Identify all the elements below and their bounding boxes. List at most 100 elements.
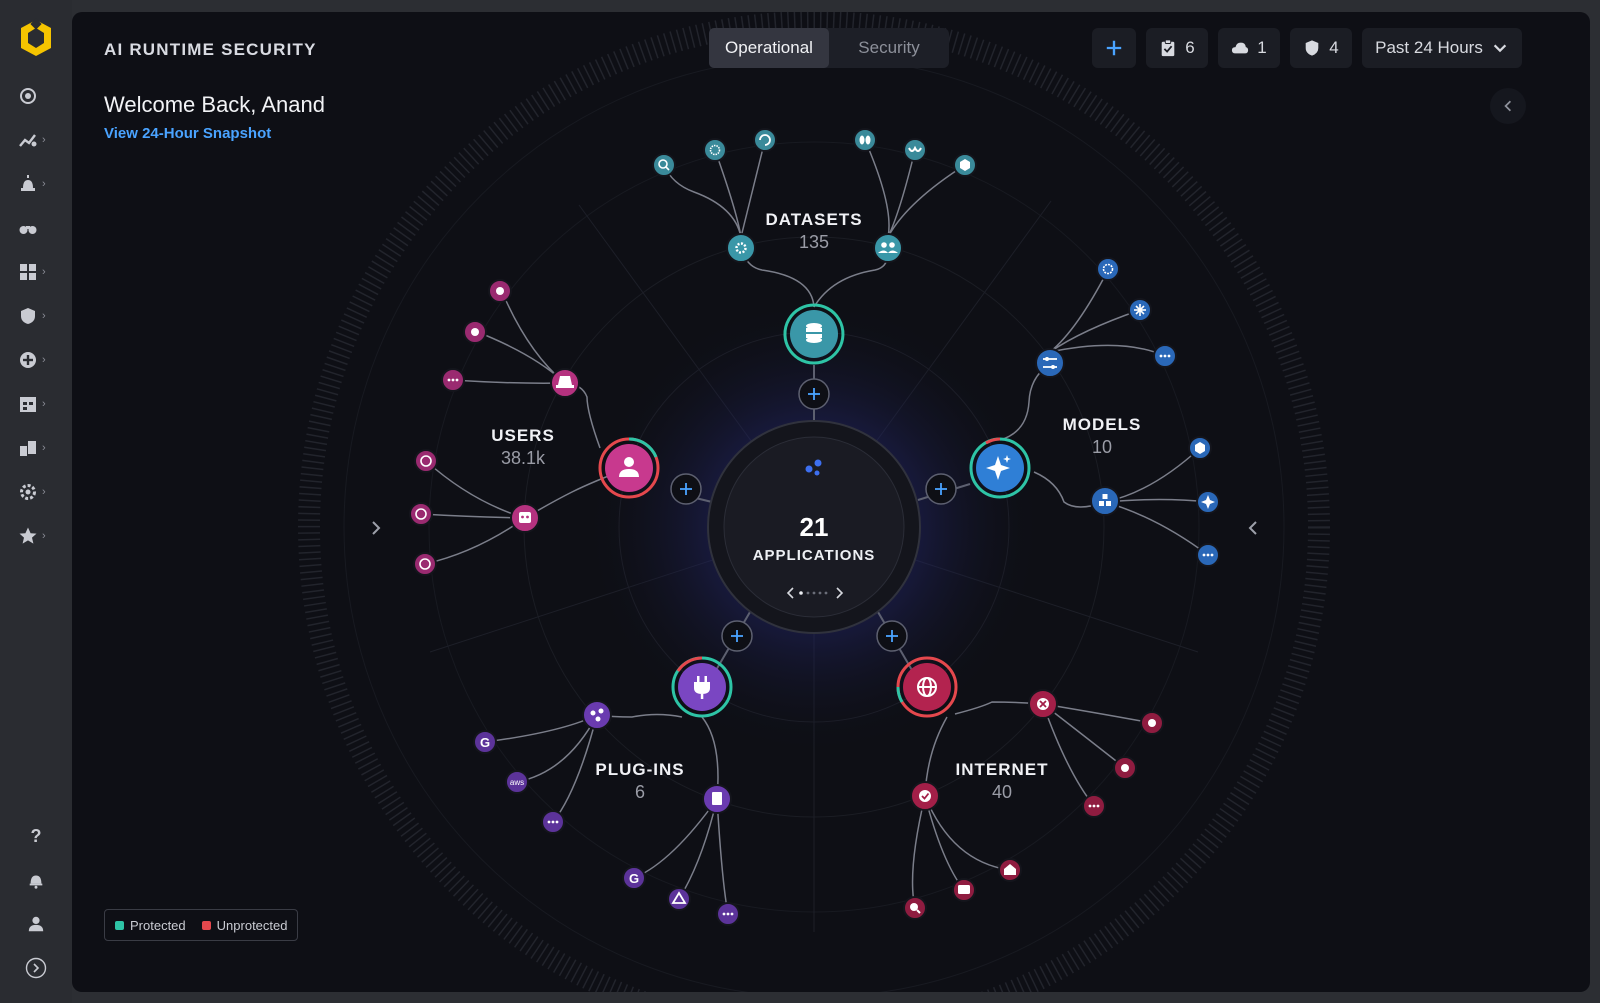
datasets-hub[interactable] bbox=[783, 303, 845, 365]
plugins-label: PLUG-INS 6 bbox=[595, 760, 684, 803]
models-count: 10 bbox=[1091, 437, 1113, 457]
protected-swatch bbox=[115, 920, 124, 930]
add-internet-connection-button[interactable] bbox=[876, 620, 908, 652]
add-button[interactable] bbox=[1092, 28, 1136, 68]
legend: Protected Unprotected bbox=[104, 909, 299, 941]
add-circle-icon bbox=[20, 352, 36, 368]
time-range-select[interactable]: Past 24 Hours bbox=[1362, 28, 1522, 68]
add-models-connection-button[interactable] bbox=[925, 473, 957, 505]
view-toggle: Operational Security bbox=[709, 28, 949, 68]
dataset-wave-node[interactable] bbox=[903, 138, 927, 162]
graph-prev-arrow[interactable] bbox=[372, 521, 381, 535]
svg-text:G: G bbox=[629, 871, 639, 886]
dataset-search-node[interactable] bbox=[652, 153, 676, 177]
snapshot-link[interactable]: View 24-Hour Snapshot bbox=[104, 125, 271, 142]
users-name: USERS bbox=[491, 426, 555, 445]
applications-count: 21 bbox=[799, 512, 829, 542]
tab-security[interactable]: Security bbox=[829, 28, 949, 68]
plugins-children[interactable]: G aws G bbox=[473, 700, 740, 926]
models-name: MODELS bbox=[1062, 415, 1142, 434]
logo-icon[interactable] bbox=[18, 18, 54, 58]
add-users-connection-button[interactable] bbox=[670, 473, 702, 505]
welcome-message: Welcome Back, Anand bbox=[104, 92, 325, 117]
datasets-name: DATASETS bbox=[765, 210, 863, 229]
sidebar-item-devices[interactable]: › bbox=[18, 432, 62, 464]
dataset-brain-node[interactable] bbox=[703, 138, 727, 162]
dataset-settings-node[interactable] bbox=[726, 233, 756, 263]
help-icon[interactable]: ? bbox=[24, 824, 48, 848]
user-globe-node-1[interactable] bbox=[414, 449, 438, 473]
collapse-panel-button[interactable] bbox=[1490, 88, 1526, 124]
tasks-button[interactable]: 6 bbox=[1146, 28, 1208, 68]
user-globe-node-3[interactable] bbox=[413, 552, 437, 576]
chevron-right-icon: › bbox=[42, 354, 46, 366]
sidebar-item-favorites[interactable]: › bbox=[18, 520, 62, 552]
internet-count: 40 bbox=[991, 782, 1013, 802]
devices-icon bbox=[20, 441, 36, 456]
datasets-count: 135 bbox=[798, 232, 830, 252]
chevron-down-icon bbox=[1493, 44, 1507, 53]
time-range-value: Past 24 Hours bbox=[1375, 38, 1483, 57]
legend-unprotected: Unprotected bbox=[201, 918, 287, 933]
app-title: AI RUNTIME SECURITY bbox=[104, 40, 317, 59]
dataset-group-node[interactable] bbox=[873, 233, 903, 263]
apps-grid-icon bbox=[20, 264, 36, 280]
alerts-icon bbox=[21, 175, 35, 191]
internet-hub[interactable] bbox=[896, 656, 958, 718]
sidebar-item-apps[interactable]: › bbox=[18, 256, 62, 288]
users-hub[interactable] bbox=[598, 437, 660, 499]
datasets-label: DATASETS 135 bbox=[765, 210, 862, 253]
sidebar-item-analytics[interactable]: › bbox=[18, 124, 62, 156]
internet-name: INTERNET bbox=[955, 760, 1049, 779]
graph-next-arrow[interactable] bbox=[1248, 521, 1257, 535]
star-icon bbox=[19, 527, 37, 544]
calendar-icon bbox=[20, 397, 36, 412]
dataset-swirl-node[interactable] bbox=[753, 128, 777, 152]
internet-label: INTERNET 40 bbox=[956, 760, 1049, 803]
users-count: 38.1k bbox=[500, 448, 546, 468]
sidebar-item-add[interactable]: › bbox=[18, 344, 62, 376]
sidebar-item-shield[interactable]: › bbox=[18, 300, 62, 332]
chevron-right-icon: › bbox=[42, 178, 46, 190]
plugin-share-node[interactable] bbox=[582, 700, 612, 730]
expand-icon[interactable] bbox=[24, 956, 48, 980]
cloud-icon bbox=[1232, 42, 1249, 54]
add-plugins-connection-button[interactable] bbox=[721, 620, 753, 652]
dataset-leaf-node[interactable] bbox=[853, 128, 877, 152]
sidebar-item-calendar[interactable]: › bbox=[18, 388, 62, 420]
svg-text:aws: aws bbox=[510, 778, 524, 787]
model-cluster-node[interactable] bbox=[1090, 486, 1120, 516]
user-globe-node-2[interactable] bbox=[409, 502, 433, 526]
applications-label: APPLICATIONS bbox=[752, 547, 876, 564]
shield-button[interactable]: 4 bbox=[1290, 28, 1352, 68]
user-icon[interactable] bbox=[24, 912, 48, 936]
sidebar-item-alerts[interactable]: › bbox=[18, 168, 62, 200]
users-label: USERS 38.1k bbox=[491, 426, 555, 469]
ecosystem-graph: G aws G bbox=[298, 12, 1330, 992]
tab-operational[interactable]: Operational bbox=[709, 28, 829, 68]
legend-protected: Protected bbox=[115, 918, 186, 933]
chevron-right-icon: › bbox=[42, 134, 46, 146]
analytics-icon bbox=[19, 134, 37, 147]
plus-icon bbox=[1106, 40, 1122, 56]
sidebar-item-binoculars[interactable] bbox=[18, 212, 62, 244]
chevron-right-icon: › bbox=[42, 442, 46, 454]
models-label: MODELS 10 bbox=[1063, 415, 1142, 458]
cloud-button[interactable]: 1 bbox=[1218, 28, 1280, 68]
model-sliders-node[interactable] bbox=[1035, 348, 1065, 378]
settings-icon bbox=[20, 484, 36, 500]
plugins-name: PLUG-INS bbox=[595, 760, 685, 779]
bell-icon[interactable] bbox=[24, 868, 48, 892]
shield-icon bbox=[21, 308, 35, 324]
clipboard-check-icon bbox=[1161, 39, 1175, 57]
sidebar: › › › › › › › › › ? bbox=[0, 0, 72, 1003]
sidebar-item-settings[interactable]: › bbox=[18, 476, 62, 508]
plugins-hub[interactable] bbox=[671, 656, 733, 718]
chevron-right-icon: › bbox=[42, 486, 46, 498]
models-hub[interactable] bbox=[969, 437, 1031, 499]
chevron-right-icon: › bbox=[42, 266, 46, 278]
sidebar-item-dashboard[interactable] bbox=[18, 80, 62, 112]
model-openai-node[interactable] bbox=[1096, 257, 1120, 281]
plugins-count: 6 bbox=[634, 782, 646, 802]
add-datasets-connection-button[interactable] bbox=[798, 378, 830, 410]
